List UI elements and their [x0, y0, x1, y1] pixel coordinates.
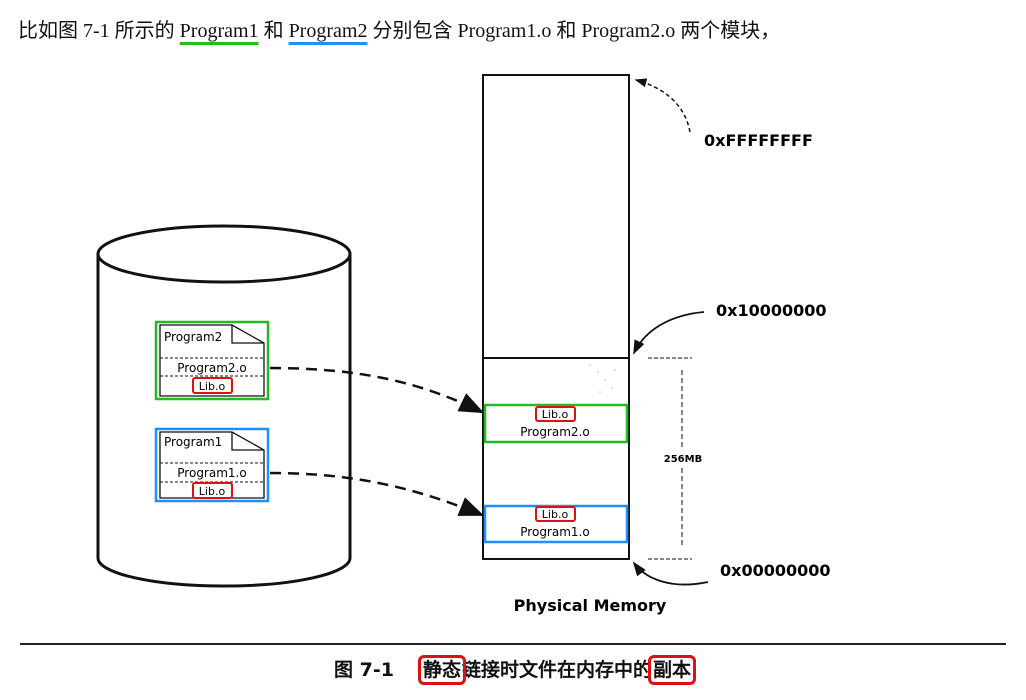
addr-mid: 0x10000000 — [716, 301, 827, 320]
disk-cylinder — [96, 224, 352, 588]
pointer-bottom — [632, 561, 709, 586]
caption-text: 链接时文件在内存中的 — [461, 659, 652, 681]
mem-program1-lib: Lib.o — [542, 508, 569, 521]
caption-highlight-copy: 副本 — [647, 655, 697, 685]
physical-memory-column: Lib.o Program2.o Lib.o Program1.o — [482, 74, 630, 560]
file1-module: Program1.o — [177, 466, 246, 480]
mem-program1-module: Program1.o — [520, 525, 589, 539]
figure-caption: 图 7-1 静态链接时文件在内存中的副本 — [0, 655, 1026, 685]
mem-program2-module: Program2.o — [520, 425, 589, 439]
file2-module: Program2.o — [177, 361, 246, 375]
file1-lib: Lib.o — [199, 485, 226, 498]
addr-bottom: 0x00000000 — [720, 561, 831, 580]
pointer-top — [634, 78, 691, 133]
caption-number: 图 7-1 — [334, 659, 394, 681]
pointer-mid — [633, 311, 705, 355]
file2-title: Program2 — [164, 330, 222, 344]
file2-lib: Lib.o — [199, 380, 226, 393]
mem-program2-lib: Lib.o — [542, 408, 569, 421]
addr-top: 0xFFFFFFFF — [704, 131, 813, 150]
diagram: Program2 Program2.o Lib.o Program1 Progr… — [96, 74, 831, 615]
size-label: 256MB — [664, 454, 702, 465]
caption-divider — [20, 643, 1006, 645]
file1-title: Program1 — [164, 435, 222, 449]
caption-highlight-static: 静态 — [417, 655, 466, 685]
size-dimension: 256MB — [648, 357, 702, 560]
memory-title: Physical Memory — [514, 596, 667, 615]
